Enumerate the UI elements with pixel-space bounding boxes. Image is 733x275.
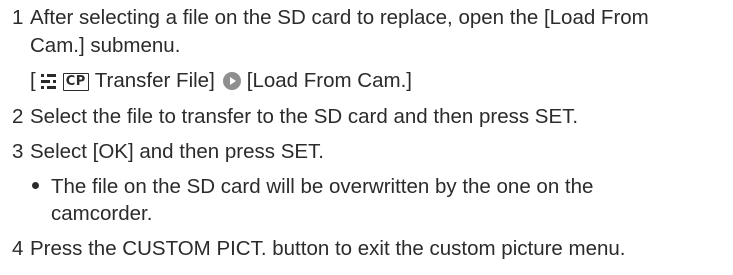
menu-item-transfer-file: Transfer File] <box>94 69 215 92</box>
step-number: 2 <box>12 105 24 128</box>
step-number: 4 <box>12 237 24 260</box>
custom-picture-icon: CP <box>62 73 89 91</box>
bullet-icon <box>32 182 39 189</box>
step-4: 4 Press the CUSTOM PICT. button to exit t… <box>12 236 727 262</box>
right-arrow-circle-icon <box>222 72 241 90</box>
bullet-note-continuation: camcorder. <box>51 201 152 227</box>
bullet-text-continued: camcorder. <box>51 202 153 225</box>
menu-lines-icon <box>40 71 57 97</box>
menu-path: [ CP Transfer File] [Load From Cam.] <box>30 68 412 97</box>
step-number: 1 <box>12 6 24 29</box>
step-text-continued: Cam.] submenu. <box>30 34 181 57</box>
step-text: Press the CUSTOM PICT. button to exit th… <box>30 237 626 260</box>
open-bracket: [ <box>30 69 36 92</box>
bullet-note: The file on the SD card will be overwrit… <box>32 174 593 200</box>
bullet-text: The file on the SD card will be overwrit… <box>51 175 594 198</box>
step-number: 3 <box>12 140 24 163</box>
menu-item-load-from-cam: [Load From Cam.] <box>246 69 412 92</box>
step-text: Select [OK] and then press SET. <box>30 140 324 163</box>
step-2: 2 Select the file to transfer to the SD c… <box>12 104 727 130</box>
step-1: 1 After selecting a file on the SD card t… <box>12 5 727 31</box>
step-text: Select the file to transfer to the SD ca… <box>30 105 579 128</box>
step-3: 3 Select [OK] and then press SET. <box>12 139 727 165</box>
step-text: After selecting a file on the SD card to… <box>30 6 649 29</box>
